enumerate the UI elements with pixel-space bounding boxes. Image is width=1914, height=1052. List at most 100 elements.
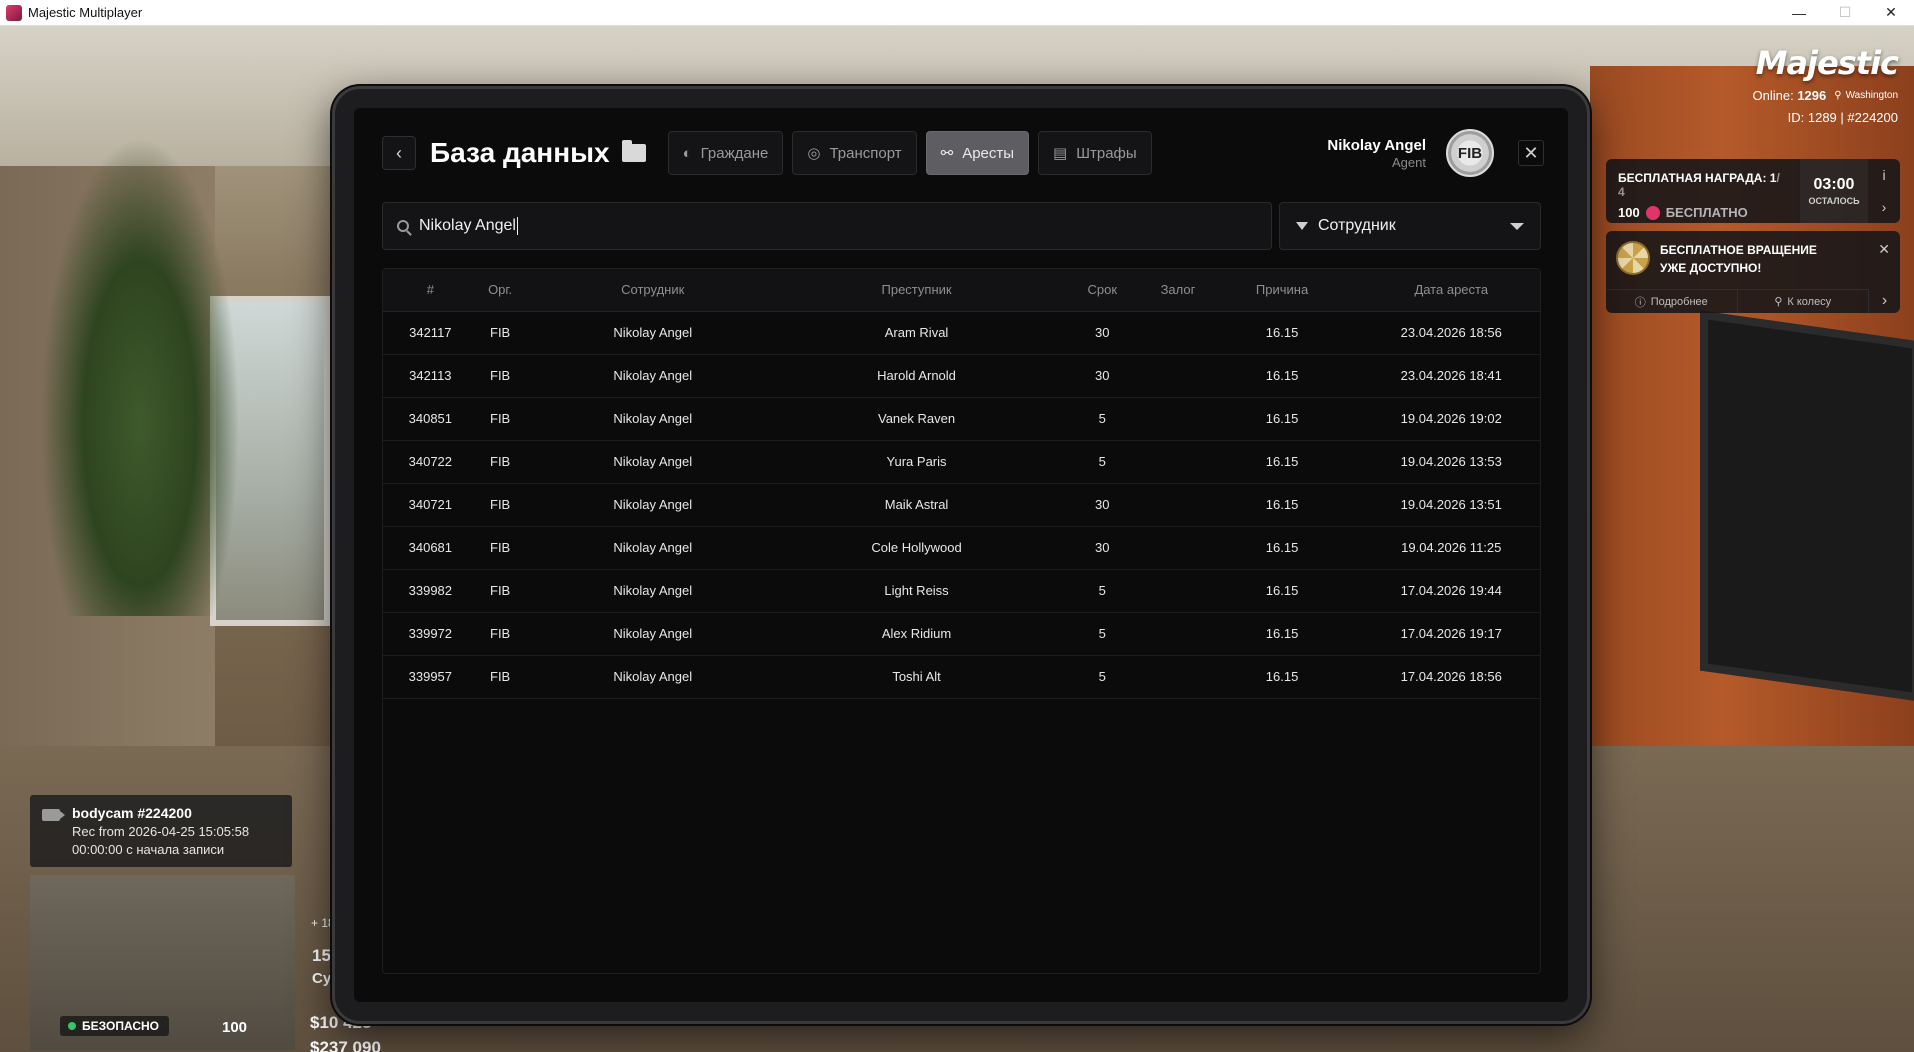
close-icon[interactable]: ✕ [1878,241,1890,258]
maximize-button[interactable]: ☐ [1822,0,1868,26]
close-button[interactable]: ✕ [1518,140,1544,166]
plant [40,136,240,616]
tab-citizens[interactable]: ◐ Граждане [667,131,784,175]
cell-id: 340722 [383,440,478,484]
cell-org: FIB [477,311,523,355]
table-row[interactable]: 340722 FIB Nikolay Angel Yura Paris 5 16.15 19… [383,440,1540,484]
col-officer[interactable]: Сотрудник [522,269,783,312]
cell-term: 30 [1050,483,1155,527]
fib-badge: FIB [1446,129,1494,177]
table-row[interactable]: 340721 FIB Nikolay Angel Maik Astral 30 16.15… [383,483,1540,527]
filter-select[interactable]: Сотрудник [1279,202,1541,250]
col-id[interactable]: # [383,269,478,312]
bank-value: $237 090 [310,1038,381,1052]
more-button[interactable]: ⓘ Подробнее [1606,290,1737,313]
cell-date: 17.04.2026 18:56 [1362,655,1540,699]
cell-term: 5 [1050,612,1155,656]
safe-zone-badge: БЕЗОПАСНО [60,1016,169,1036]
spin-text: БЕСПЛАТНОЕ ВРАЩЕНИЕ УЖЕ ДОСТУПНО! [1660,243,1817,275]
cell-id: 342113 [383,354,478,398]
table-row[interactable]: 340851 FIB Nikolay Angel Vanek Raven 5 16.15 1… [383,397,1540,441]
close-window-button[interactable]: ✕ [1868,0,1914,26]
cell-org: FIB [477,655,523,699]
handcuffs-icon: ⚯ [940,145,954,162]
cell-criminal: Light Reiss [782,569,1051,613]
cell-date: 19.04.2026 19:02 [1362,397,1540,441]
table-row[interactable]: 339972 FIB Nikolay Angel Alex Ridium 5 16.15 1… [383,612,1540,656]
spin-footer: ⓘ Подробнее ⚲ К колесу [1606,289,1868,313]
cell-officer: Nikolay Angel [522,354,783,398]
user-icon: ◐ [682,144,692,162]
cell-reason: 16.15 [1201,397,1363,441]
cell-officer: Nikolay Angel [522,569,783,613]
minimize-button[interactable]: — [1776,0,1822,26]
cell-date: 23.04.2026 18:56 [1362,311,1540,355]
reward-free-label: БЕСПЛАТНО [1665,205,1748,220]
col-term[interactable]: Срок [1050,269,1155,312]
cell-date: 23.04.2026 18:41 [1362,354,1540,398]
cell-officer: Nikolay Angel [522,655,783,699]
chevron-down-icon [1510,222,1524,230]
to-wheel-button[interactable]: ⚲ К колесу [1736,290,1869,313]
window-titlebar: Majestic Multiplayer — ☐ ✕ [0,0,1914,26]
cell-reason: 16.15 [1201,483,1363,527]
cell-criminal: Maik Astral [782,483,1051,527]
table-row[interactable]: 342113 FIB Nikolay Angel Harold Arnold 30 16.… [383,354,1540,398]
back-button[interactable]: ‹ [382,136,416,170]
tablet-header: ‹ База данных ◐ Граждане ◎ Транспорт ⚯ А… [382,129,1544,177]
pin-icon: ⚲ [1774,296,1783,308]
cell-bail [1154,526,1202,570]
server-name: ⚲ Washington [1834,90,1898,101]
cell-date: 19.04.2026 13:53 [1362,440,1540,484]
free-spin-widget: БЕСПЛАТНОЕ ВРАЩЕНИЕ УЖЕ ДОСТУПНО! ✕ ⓘ Под… [1606,231,1900,313]
table-header-row: # Орг. Сотрудник Преступник Срок Залог П… [383,269,1540,312]
online-row: Online: 1296 ⚲ Washington [1752,88,1898,103]
cell-bail [1154,655,1202,699]
cell-term: 30 [1050,354,1155,398]
filter-icon [1296,222,1308,230]
arrests-table: # Орг. Сотрудник Преступник Срок Залог П… [382,268,1541,974]
user-name: Nikolay Angel [1327,136,1426,154]
cell-criminal: Alex Ridium [782,612,1051,656]
col-bail[interactable]: Залог [1154,269,1202,312]
cell-id: 339982 [383,569,478,613]
cell-reason: 16.15 [1201,311,1363,355]
chevron-right-icon[interactable]: › [1882,199,1887,215]
online-label: Online: [1752,88,1794,103]
cell-org: FIB [477,569,523,613]
search-value: Nikolay Angel [419,217,516,234]
cell-reason: 16.15 [1201,526,1363,570]
folder-icon [621,140,646,162]
server-info: Majestic Online: 1296 ⚲ Washington ID: 12… [1752,44,1899,125]
table-row[interactable]: 340681 FIB Nikolay Angel Cole Hollywood 30 16… [383,526,1540,570]
free-reward-widget[interactable]: БЕСПЛАТНАЯ НАГРАДА: 1/ 4 100 БЕСПЛАТНО 0… [1606,159,1900,223]
tab-vehicles[interactable]: ◎ Транспорт [792,131,917,175]
cell-reason: 16.15 [1201,354,1363,398]
info-icon: ⓘ [1634,296,1646,309]
bodycam-title: bodycam #224200 [72,805,192,821]
col-date[interactable]: Дата ареста [1362,269,1540,312]
info-icon[interactable]: i [1882,167,1885,183]
chevron-right-icon[interactable]: › [1868,289,1900,313]
table-row[interactable]: 339982 FIB Nikolay Angel Light Reiss 5 16.15 1… [383,569,1540,613]
tab-arrests[interactable]: ⚯ Аресты [925,131,1030,175]
steering-wheel-icon: ◎ [807,145,821,162]
cell-org: FIB [477,440,523,484]
table-row[interactable]: 342117 FIB Nikolay Angel Aram Rival 30 16.15 2… [383,311,1540,355]
cell-criminal: Harold Arnold [782,354,1051,398]
table-row[interactable]: 339957 FIB Nikolay Angel Toshi Alt 5 16.15 17.… [383,655,1540,699]
cell-bail [1154,440,1202,484]
receipt-icon: ▤ [1053,145,1068,162]
cell-criminal: Cole Hollywood [782,526,1051,570]
col-reason[interactable]: Причина [1201,269,1363,312]
cell-bail [1154,612,1202,656]
cell-officer: Nikolay Angel [522,311,783,355]
filter-value: Сотрудник [1318,217,1396,234]
tab-fines[interactable]: ▤ Штрафы [1038,131,1152,175]
cell-reason: 16.15 [1201,655,1363,699]
cell-bail [1154,311,1202,355]
col-org[interactable]: Орг. [477,269,523,312]
search-input[interactable]: Nikolay Angel [382,202,1272,250]
col-criminal[interactable]: Преступник [782,269,1051,312]
cell-bail [1154,569,1202,613]
